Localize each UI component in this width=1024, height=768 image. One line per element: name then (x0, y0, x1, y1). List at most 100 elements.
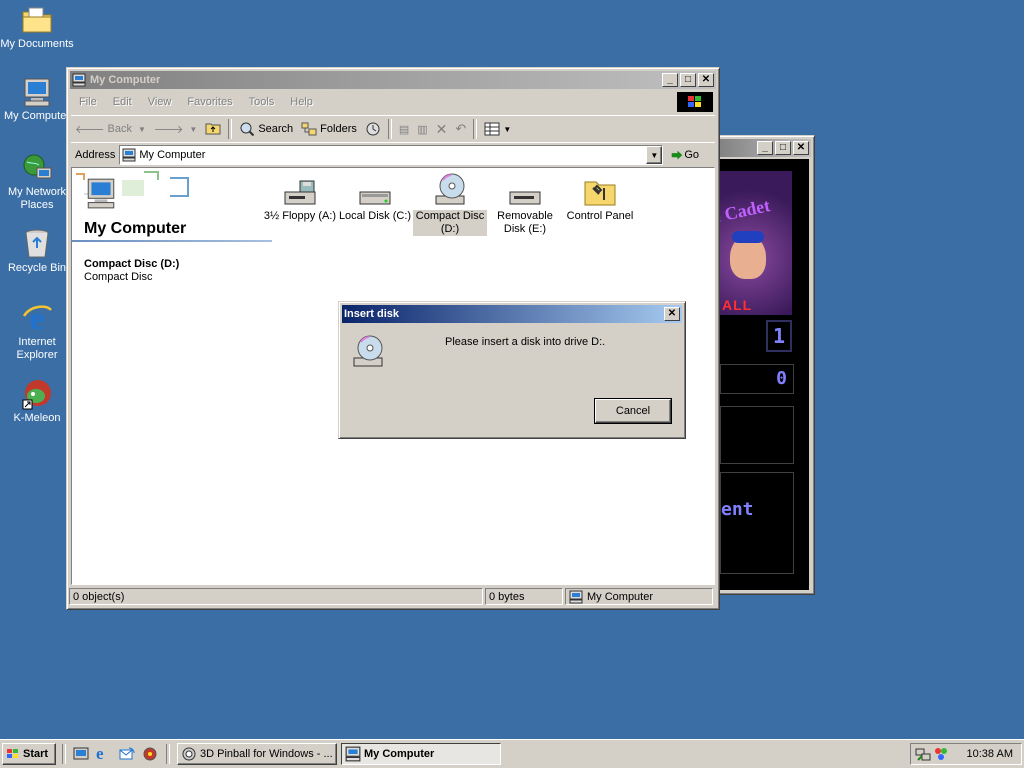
drive-item-label: Removable Disk (E:) (497, 210, 553, 235)
up-folder-icon (205, 121, 221, 138)
drive-item-removable-disk[interactable]: Removable Disk (E:) (488, 172, 562, 236)
menu-tools[interactable]: Tools (241, 96, 283, 108)
address-dropdown-button[interactable]: ▼ (646, 146, 663, 164)
minimize-button[interactable]: _ (757, 141, 773, 155)
delete-button[interactable]: ✕ (432, 118, 452, 140)
internet-explorer-icon: e (21, 302, 53, 334)
maximize-button[interactable]: □ (680, 73, 696, 87)
pinball-title-bar[interactable]: _ □ ✕ (716, 139, 811, 157)
folder-documents-icon (21, 4, 53, 36)
chevron-down-icon: ▼ (189, 124, 198, 134)
volume-tray-icon[interactable] (933, 746, 949, 762)
drive-item-label: Local Disk (C:) (338, 210, 412, 222)
toolbar-separator (387, 119, 392, 139)
close-button[interactable]: ✕ (793, 141, 809, 155)
folders-button[interactable]: Folders (297, 118, 361, 140)
score-value: 0 (776, 368, 787, 389)
cancel-button[interactable]: Cancel (594, 398, 672, 424)
menu-bar: File Edit View Favorites Tools Help (71, 92, 715, 112)
desktop-icon-my-computer[interactable]: My Computer (0, 76, 74, 123)
pinball-game-area[interactable]: e Cadet ALL 1 0 ent (716, 159, 809, 590)
desktop-icon-label: My Computer (3, 110, 71, 122)
drive-item-control-panel[interactable]: Control Panel (563, 172, 637, 223)
status-zone-cell: My Computer (565, 588, 713, 605)
task-button-my-computer[interactable]: My Computer (341, 743, 501, 765)
undo-icon: ↶ (455, 121, 467, 136)
close-button[interactable]: ✕ (664, 307, 680, 321)
dialog-title-bar[interactable]: Insert disk ✕ (342, 305, 682, 323)
move-to-button[interactable]: ▤ (395, 118, 413, 140)
desktop-icon-internet-explorer[interactable]: e Internet Explorer (0, 302, 74, 362)
taskbar: Start e 3D Pinball for Windows - ... My … (0, 739, 1024, 768)
copy-to-button[interactable]: ▥ (413, 118, 431, 140)
menu-file[interactable]: File (71, 96, 105, 108)
desktop-icon-recycle-bin[interactable]: Recycle Bin (0, 228, 74, 275)
copy-to-icon: ▥ (417, 123, 428, 136)
drive-item-compact-disc[interactable]: Compact Disc (D:) (413, 172, 487, 236)
status-objects: 0 object(s) (69, 588, 483, 605)
address-label: Address (75, 149, 116, 161)
pinball-banner: e Cadet ALL (720, 171, 792, 315)
desktop-icon-my-documents[interactable]: My Documents (0, 4, 74, 51)
drive-item-local-disk[interactable]: Local Disk (C:) (338, 172, 412, 223)
desktop-icon-label: My Documents (0, 38, 74, 50)
status-panel (720, 406, 794, 464)
history-icon (365, 121, 381, 137)
go-button[interactable]: ⮕ Go (671, 147, 699, 163)
menu-edit[interactable]: Edit (105, 96, 140, 108)
back-button[interactable]: 🡐 Back ▼ (71, 118, 150, 140)
minimize-button[interactable]: _ (662, 73, 678, 87)
cd-drive-icon (433, 172, 467, 206)
pinball-icon (181, 746, 197, 762)
views-button[interactable]: ▼ (480, 118, 515, 140)
task-button-pinball[interactable]: 3D Pinball for Windows - ... (177, 743, 337, 765)
cd-drive-icon (351, 334, 385, 371)
folders-icon (301, 122, 317, 136)
explorer-title-bar[interactable]: My Computer _ □ ✕ (70, 71, 716, 89)
clock[interactable]: 10:38 AM (967, 748, 1013, 760)
insert-disk-dialog[interactable]: Insert disk ✕ Please insert a disk into … (338, 301, 686, 439)
info-panel-divider (72, 240, 272, 242)
history-button[interactable] (361, 118, 385, 140)
maximize-button[interactable]: □ (775, 141, 791, 155)
back-arrow-icon: 🡐 (75, 124, 105, 136)
selected-item-type: Compact Disc (84, 271, 153, 283)
status-size: 0 bytes (485, 588, 563, 605)
internet-explorer-icon[interactable]: e (96, 744, 104, 764)
media-player-icon[interactable] (142, 746, 158, 765)
windows-logo-icon (6, 748, 20, 760)
forward-button[interactable]: 🡒 ▼ (150, 118, 201, 140)
close-button[interactable]: ✕ (698, 73, 714, 87)
outlook-express-icon[interactable] (119, 746, 135, 765)
address-bar: Address My Computer ▼ ⮕ Go (71, 142, 715, 167)
message-text: ent (721, 499, 754, 520)
delete-x-icon: ✕ (435, 120, 448, 137)
up-folder-button[interactable] (201, 118, 225, 140)
start-label: Start (23, 748, 49, 760)
folders-button-label: Folders (320, 123, 357, 135)
undo-button[interactable]: ↶ (451, 118, 470, 140)
menu-favorites[interactable]: Favorites (179, 96, 240, 108)
back-button-label: Back (107, 123, 132, 135)
desktop-icon-network-places[interactable]: My Network Places (0, 152, 74, 212)
network-tray-icon[interactable] (915, 746, 931, 762)
control-panel-icon (583, 172, 617, 206)
menu-help[interactable]: Help (282, 96, 321, 108)
character-hat (732, 231, 764, 243)
show-desktop-icon[interactable] (73, 746, 89, 765)
desktop-icon-label: My Network Places (7, 186, 67, 211)
search-icon (239, 121, 255, 137)
score-panel: 0 (720, 364, 794, 394)
windows-logo-icon (677, 92, 713, 112)
drive-item-label: 3½ Floppy (A:) (263, 210, 337, 222)
drive-item-floppy[interactable]: 3½ Floppy (A:) (263, 172, 337, 223)
menu-view[interactable]: View (140, 96, 180, 108)
desktop-icon-k-meleon[interactable]: K-Meleon (0, 378, 74, 425)
desktop-icon-label: Internet Explorer (16, 336, 58, 361)
start-button[interactable]: Start (2, 743, 56, 765)
search-button[interactable]: Search (235, 118, 297, 140)
address-field[interactable]: My Computer ▼ (119, 145, 664, 165)
computer-icon (21, 76, 53, 108)
pinball-window[interactable]: _ □ ✕ e Cadet ALL 1 0 ent (712, 135, 815, 595)
pinball-banner-text: e Cadet (720, 195, 772, 227)
